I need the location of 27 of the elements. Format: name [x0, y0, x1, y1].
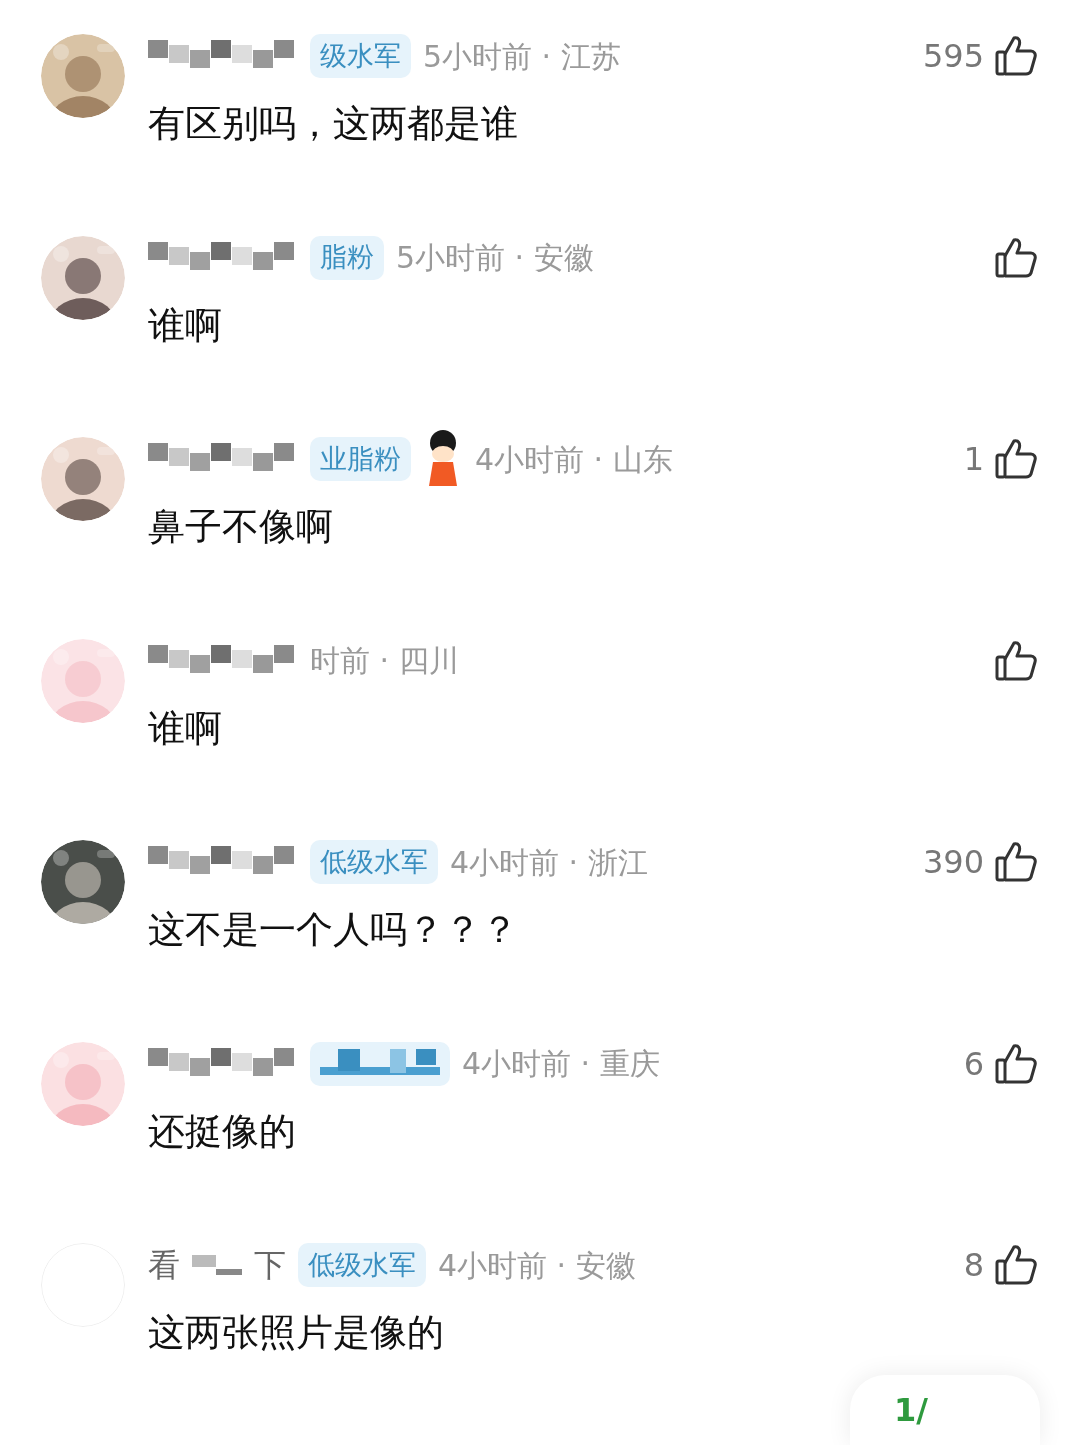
user-badge: 业脂粉 — [310, 437, 411, 482]
time-location: 5小时前 · 江苏 — [423, 37, 621, 76]
time-location: 5小时前 · 安徽 — [396, 239, 594, 278]
time-location: 4小时前 · 重庆 — [462, 1045, 660, 1084]
user-name[interactable]: 下 — [254, 1241, 286, 1290]
comment-text: 这不是一个人吗？？？ — [148, 907, 519, 954]
like-count: 6 — [963, 1043, 984, 1085]
user-name[interactable]: 看 — [148, 1241, 180, 1290]
page-indicator[interactable]: 1/ — [894, 1386, 928, 1434]
comment-text: 还挺像的 — [148, 1108, 297, 1155]
like-count: 595 — [922, 36, 984, 77]
comment-text: 谁啊 — [148, 705, 223, 752]
comment-text: 这两张照片是像的 — [148, 1310, 445, 1357]
like-count: 1 — [963, 439, 984, 481]
time-location: 时前 · 四川 — [310, 642, 459, 681]
user-badge: 脂粉 — [310, 235, 384, 280]
time-location: 4小时前 · 山东 — [475, 440, 673, 479]
user-badge: 级水军 — [310, 34, 411, 78]
time-location: 4小时前 · 安徽 — [438, 1246, 636, 1285]
user-badge: 低级水军 — [310, 840, 438, 885]
like-count: 390 — [922, 842, 984, 884]
comment-text: 谁啊 — [148, 302, 223, 349]
comment-text: 有区别吗，这两都是谁 — [148, 101, 519, 147]
user-badge: 低级水军 — [298, 1243, 426, 1288]
like-count: 8 — [963, 1245, 984, 1287]
comment-text: 鼻子不像啊 — [148, 504, 334, 551]
time-location: 4小时前 · 浙江 — [450, 843, 648, 882]
